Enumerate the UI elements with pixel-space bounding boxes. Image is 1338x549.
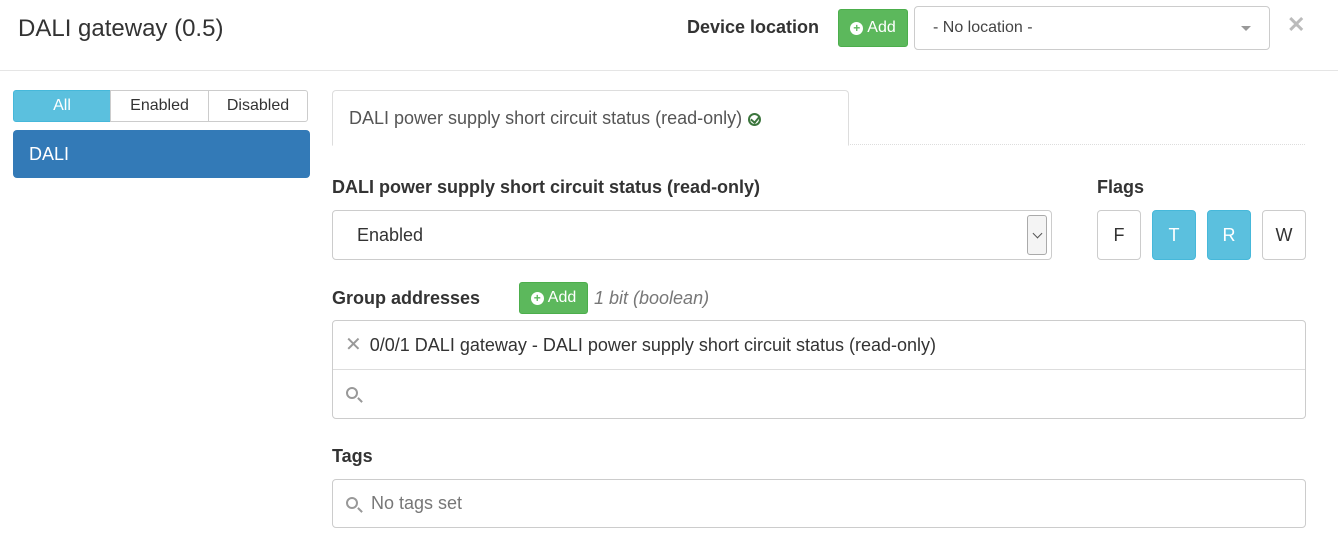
device-location-label: Device location [687,17,820,37]
add-group-address-button[interactable]: + Add [519,282,588,314]
filter-enabled-button[interactable]: Enabled [110,90,209,122]
status-select[interactable]: Enabled [332,210,1052,260]
sidebar-item-dali[interactable]: DALI [13,130,310,178]
group-address-box: ✕ 0/0/1 DALI gateway - DALI power supply … [332,320,1306,419]
remove-icon[interactable]: ✕ [345,334,362,356]
chevron-down-icon [1027,215,1047,255]
add-location-button[interactable]: + Add [838,9,908,47]
tags-label: Tags [332,446,373,466]
search-icon [346,387,358,399]
close-icon[interactable]: ✕ [1287,12,1305,38]
group-address-item: ✕ 0/0/1 DALI gateway - DALI power supply … [333,321,1305,370]
flag-f-button[interactable]: F [1097,210,1141,260]
status-select-value: Enabled [357,225,424,245]
page-title: DALI gateway (0.5) [18,15,224,42]
device-location-value: - No location - [933,19,1033,36]
caret-down-icon [1241,26,1251,31]
filter-disabled-button[interactable]: Disabled [208,90,308,122]
group-address-text: 0/0/1 DALI gateway - DALI power supply s… [369,335,937,355]
tags-placeholder: No tags set [371,493,463,513]
flag-w-button[interactable]: W [1262,210,1306,260]
add-group-address-label: Add [547,289,577,306]
filter-all-button[interactable]: All [13,90,111,122]
device-location-select[interactable]: - No location - [914,6,1270,50]
add-location-label: Add [867,19,896,36]
group-address-search-input[interactable] [333,371,1305,419]
check-circle-icon [748,113,762,126]
flags-label: Flags [1097,177,1145,197]
status-field-label: DALI power supply short circuit status (… [332,177,761,197]
search-icon [346,497,358,509]
tab-short-circuit-status[interactable]: DALI power supply short circuit status (… [332,90,849,146]
tags-search-input[interactable]: No tags set [332,479,1306,528]
flag-t-button[interactable]: T [1152,210,1196,260]
plus-circle-icon: + [530,291,544,305]
tab-label: DALI power supply short circuit status (… [349,108,743,128]
group-addresses-label: Group addresses [332,288,481,308]
modal-header: DALI gateway (0.5) Device location + Add… [0,0,1338,71]
filter-button-group: All Enabled Disabled [13,90,309,122]
datatype-hint: 1 bit (boolean) [594,288,710,308]
flag-r-button[interactable]: R [1207,210,1251,260]
plus-circle-icon: + [850,21,864,35]
